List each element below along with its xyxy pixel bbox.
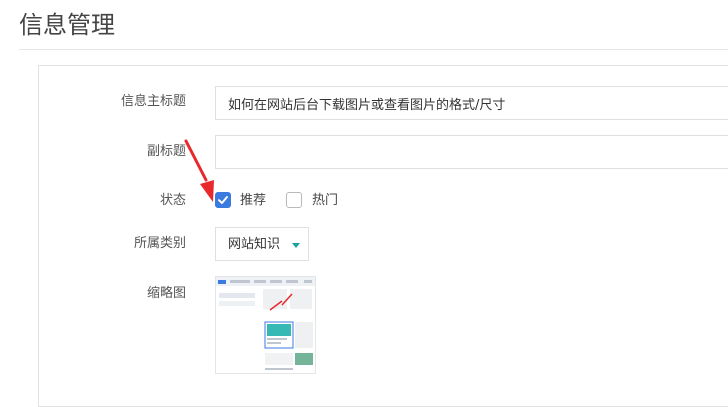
annotation-arrow	[184, 139, 214, 202]
